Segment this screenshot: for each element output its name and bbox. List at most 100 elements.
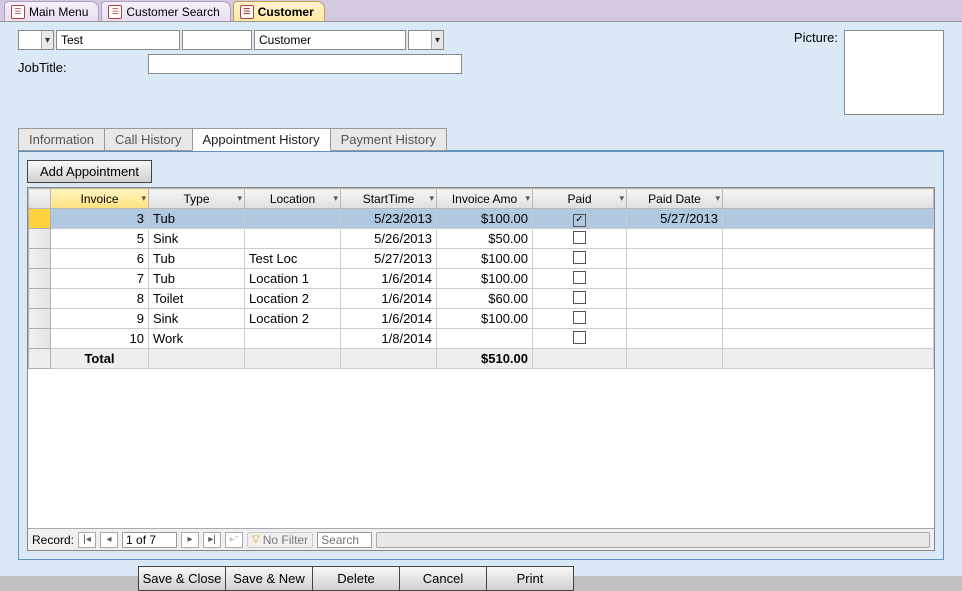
record-position-field[interactable] bbox=[122, 532, 177, 548]
column-dropdown-icon[interactable]: ▾ bbox=[715, 193, 720, 204]
cell[interactable]: 1/6/2014 bbox=[341, 269, 437, 289]
cell[interactable]: 7 bbox=[51, 269, 149, 289]
cell[interactable] bbox=[627, 269, 723, 289]
paid-checkbox[interactable] bbox=[573, 291, 586, 304]
window-tab-customer-search[interactable]: Customer Search bbox=[101, 1, 230, 21]
cell[interactable]: 1/6/2014 bbox=[341, 309, 437, 329]
cancel-button[interactable]: Cancel bbox=[399, 566, 487, 591]
print-button[interactable]: Print bbox=[486, 566, 574, 591]
cell[interactable] bbox=[245, 229, 341, 249]
col-invoice-amo[interactable]: Invoice Amo▾ bbox=[437, 189, 533, 209]
paid-checkbox[interactable] bbox=[573, 331, 586, 344]
col-paid-date[interactable]: Paid Date▾ bbox=[627, 189, 723, 209]
cell[interactable]: Work bbox=[149, 329, 245, 349]
table-row[interactable]: 3Tub5/23/2013$100.005/27/2013 bbox=[29, 209, 934, 229]
cell[interactable]: 9 bbox=[51, 309, 149, 329]
cell[interactable]: 10 bbox=[51, 329, 149, 349]
cell[interactable]: $100.00 bbox=[437, 249, 533, 269]
cell[interactable]: $100.00 bbox=[437, 209, 533, 229]
cell[interactable]: 1/6/2014 bbox=[341, 289, 437, 309]
cell[interactable]: Location 1 bbox=[245, 269, 341, 289]
cell[interactable]: Sink bbox=[149, 309, 245, 329]
column-dropdown-icon[interactable]: ▾ bbox=[619, 193, 624, 204]
horizontal-scrollbar[interactable] bbox=[376, 532, 930, 548]
cell[interactable]: 5/27/2013 bbox=[341, 249, 437, 269]
cell[interactable]: 3 bbox=[51, 209, 149, 229]
cell[interactable] bbox=[533, 289, 627, 309]
window-tab-main-menu[interactable]: Main Menu bbox=[4, 1, 99, 21]
cell[interactable]: Tub bbox=[149, 249, 245, 269]
table-row[interactable]: 7TubLocation 11/6/2014$100.00 bbox=[29, 269, 934, 289]
row-selector[interactable] bbox=[29, 269, 51, 289]
row-selector[interactable] bbox=[29, 289, 51, 309]
nav-prev-button[interactable]: ◂ bbox=[100, 532, 118, 548]
delete-button[interactable]: Delete bbox=[312, 566, 400, 591]
tab-appointment-history[interactable]: Appointment History bbox=[192, 128, 331, 151]
first-name-field[interactable]: Test bbox=[56, 30, 180, 50]
suffix-select[interactable] bbox=[408, 30, 444, 50]
cell[interactable] bbox=[627, 289, 723, 309]
middle-name-field[interactable] bbox=[182, 30, 252, 50]
nav-new-button[interactable]: ▸* bbox=[225, 532, 243, 548]
nav-next-button[interactable]: ▸ bbox=[181, 532, 199, 548]
table-row[interactable]: 9SinkLocation 21/6/2014$100.00 bbox=[29, 309, 934, 329]
save-new-button[interactable]: Save & New bbox=[225, 566, 313, 591]
cell[interactable] bbox=[533, 329, 627, 349]
table-row[interactable]: 8ToiletLocation 21/6/2014$60.00 bbox=[29, 289, 934, 309]
cell[interactable] bbox=[627, 229, 723, 249]
cell[interactable]: Test Loc bbox=[245, 249, 341, 269]
cell[interactable] bbox=[437, 329, 533, 349]
col-type[interactable]: Type▾ bbox=[149, 189, 245, 209]
cell[interactable]: 5/26/2013 bbox=[341, 229, 437, 249]
paid-checkbox[interactable] bbox=[573, 214, 586, 227]
tab-information[interactable]: Information bbox=[18, 128, 105, 151]
row-selector[interactable] bbox=[29, 229, 51, 249]
cell[interactable]: Sink bbox=[149, 229, 245, 249]
cell[interactable]: $100.00 bbox=[437, 309, 533, 329]
paid-checkbox[interactable] bbox=[573, 231, 586, 244]
cell[interactable]: $100.00 bbox=[437, 269, 533, 289]
column-dropdown-icon[interactable]: ▾ bbox=[333, 193, 338, 204]
row-selector[interactable] bbox=[29, 209, 51, 229]
row-selector[interactable] bbox=[29, 309, 51, 329]
col-location[interactable]: Location▾ bbox=[245, 189, 341, 209]
cell[interactable] bbox=[533, 309, 627, 329]
cell[interactable]: $60.00 bbox=[437, 289, 533, 309]
appointments-table[interactable]: Invoice▾Type▾Location▾StartTime▾Invoice … bbox=[28, 188, 934, 369]
window-tab-customer[interactable]: Customer bbox=[233, 1, 325, 21]
column-dropdown-icon[interactable]: ▾ bbox=[525, 193, 530, 204]
table-row[interactable]: 6TubTest Loc5/27/2013$100.00 bbox=[29, 249, 934, 269]
column-dropdown-icon[interactable]: ▾ bbox=[237, 193, 242, 204]
cell[interactable]: $50.00 bbox=[437, 229, 533, 249]
nav-last-button[interactable]: ▸| bbox=[203, 532, 221, 548]
column-dropdown-icon[interactable]: ▾ bbox=[141, 193, 146, 204]
cell[interactable]: 6 bbox=[51, 249, 149, 269]
row-selector[interactable] bbox=[29, 249, 51, 269]
paid-checkbox[interactable] bbox=[573, 311, 586, 324]
tab-call-history[interactable]: Call History bbox=[104, 128, 192, 151]
cell[interactable] bbox=[245, 209, 341, 229]
tab-payment-history[interactable]: Payment History bbox=[330, 128, 447, 151]
cell[interactable]: Toilet bbox=[149, 289, 245, 309]
cell[interactable]: Tub bbox=[149, 209, 245, 229]
add-appointment-button[interactable]: Add Appointment bbox=[27, 160, 152, 183]
record-search-field[interactable] bbox=[317, 532, 372, 548]
cell[interactable] bbox=[245, 329, 341, 349]
cell[interactable] bbox=[533, 209, 627, 229]
cell[interactable]: 1/8/2014 bbox=[341, 329, 437, 349]
nav-first-button[interactable]: |◂ bbox=[78, 532, 96, 548]
cell[interactable]: Tub bbox=[149, 269, 245, 289]
cell[interactable]: 5/27/2013 bbox=[627, 209, 723, 229]
row-selector[interactable] bbox=[29, 329, 51, 349]
cell[interactable]: Location 2 bbox=[245, 309, 341, 329]
cell[interactable] bbox=[627, 249, 723, 269]
last-name-field[interactable]: Customer bbox=[254, 30, 406, 50]
jobtitle-field[interactable] bbox=[148, 54, 462, 74]
cell[interactable] bbox=[533, 229, 627, 249]
table-row[interactable]: 5Sink 5/26/2013$50.00 bbox=[29, 229, 934, 249]
col-invoice[interactable]: Invoice▾ bbox=[51, 189, 149, 209]
cell[interactable]: 5 bbox=[51, 229, 149, 249]
cell[interactable] bbox=[627, 329, 723, 349]
cell[interactable] bbox=[627, 309, 723, 329]
paid-checkbox[interactable] bbox=[573, 251, 586, 264]
